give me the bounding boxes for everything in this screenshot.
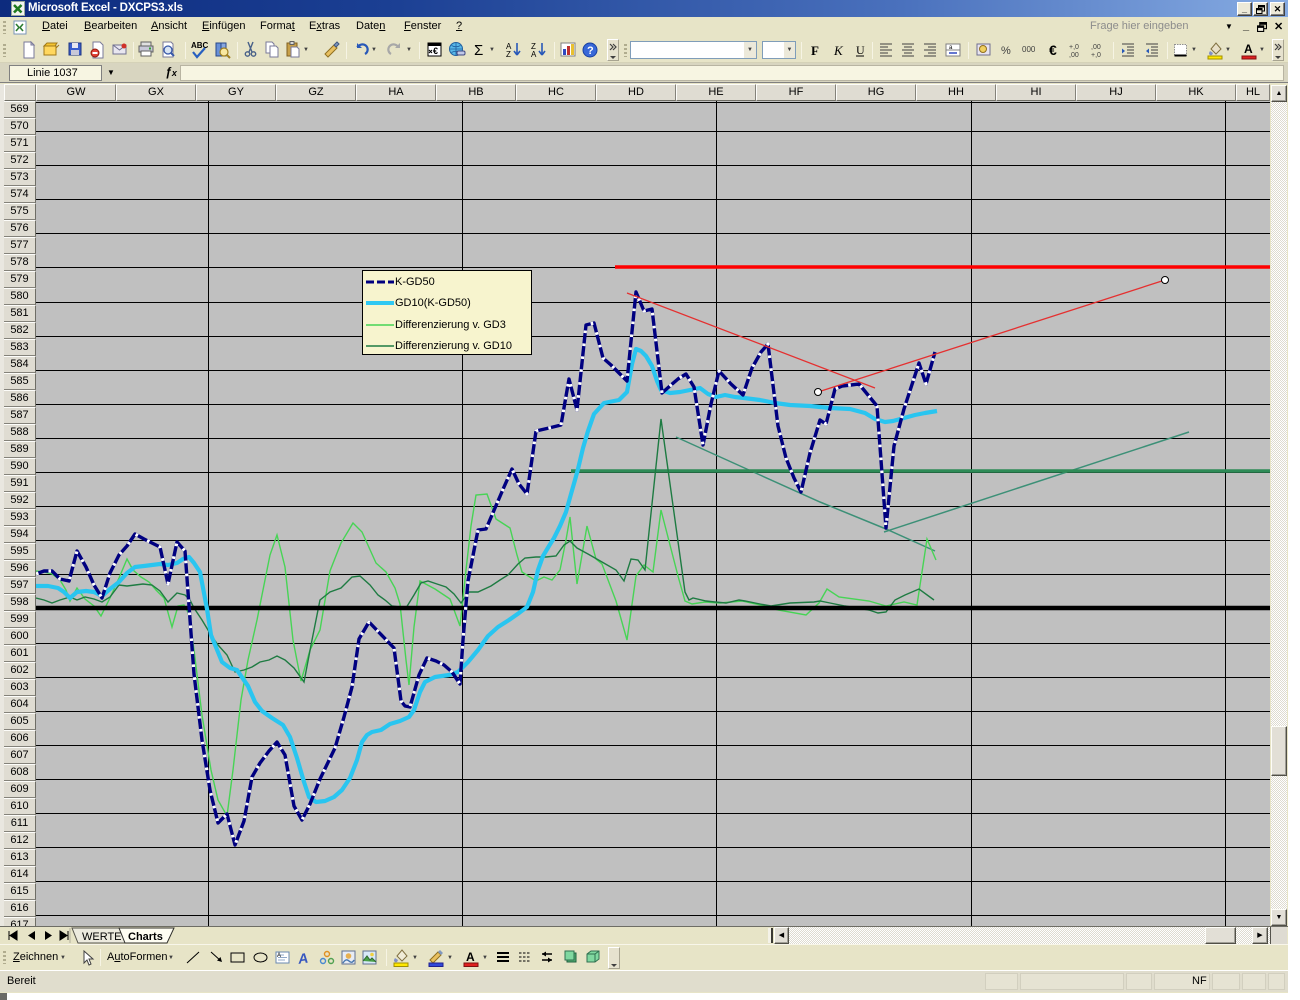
svg-text:K: K xyxy=(833,43,844,58)
svg-text:,00: ,00 xyxy=(1069,52,1079,59)
svg-text:,00: ,00 xyxy=(1091,44,1101,51)
svg-text:A: A xyxy=(277,953,281,959)
svg-text:+,0: +,0 xyxy=(1091,52,1101,59)
svg-text:+,0: +,0 xyxy=(1069,44,1079,51)
svg-text:A: A xyxy=(1244,42,1253,56)
svg-text:WERTE: WERTE xyxy=(82,931,122,943)
svg-text:Z: Z xyxy=(506,50,511,59)
svg-text:U: U xyxy=(856,43,865,57)
svg-text:?: ? xyxy=(587,45,594,57)
svg-text:€: € xyxy=(1049,42,1057,58)
svg-text:€: € xyxy=(433,46,438,56)
svg-text:A: A xyxy=(296,950,309,967)
svg-text:Σ: Σ xyxy=(474,42,483,59)
svg-text:Charts: Charts xyxy=(128,931,163,943)
svg-text:F: F xyxy=(811,43,819,58)
svg-text:000: 000 xyxy=(1022,45,1036,54)
svg-text:%: % xyxy=(1001,45,1011,57)
svg-text:A: A xyxy=(531,50,537,59)
svg-text:A: A xyxy=(466,950,475,964)
